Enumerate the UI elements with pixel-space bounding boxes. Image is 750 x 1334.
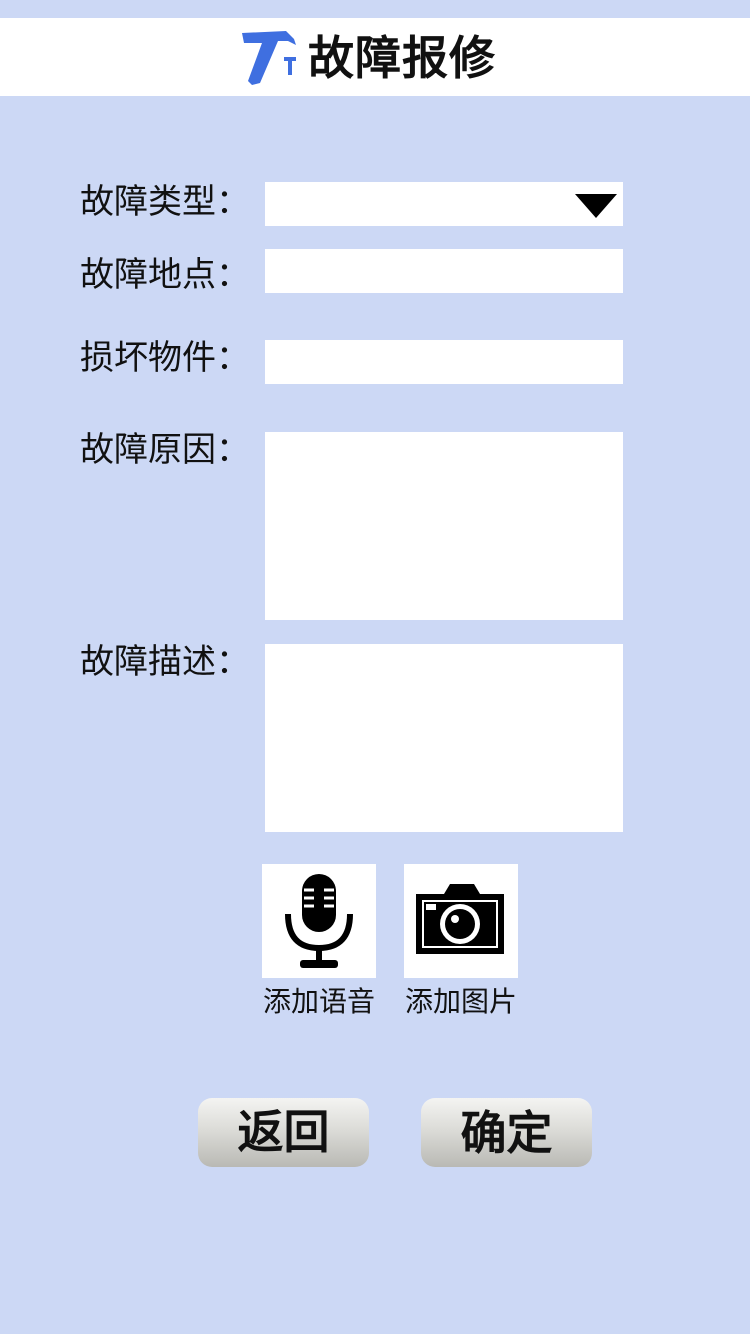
fault-location-label: 故障地点：: [80, 255, 250, 295]
camera-icon: [416, 884, 504, 954]
fault-description-textarea[interactable]: [265, 644, 623, 832]
microphone-icon: [285, 874, 353, 968]
add-voice-button[interactable]: [262, 864, 376, 978]
add-photo-label: 添加图片: [404, 985, 517, 1018]
fault-location-input[interactable]: [265, 249, 623, 293]
header-bar: 故障报修: [0, 18, 750, 96]
back-button[interactable]: 返回: [198, 1098, 369, 1167]
add-photo-button[interactable]: [404, 864, 518, 978]
header-title-group: 故障报修: [238, 28, 496, 88]
damaged-item-input[interactable]: [265, 340, 623, 384]
fault-description-label: 故障描述：: [80, 642, 250, 682]
dropdown-arrow-icon[interactable]: [575, 194, 617, 218]
add-voice-label: 添加语音: [262, 985, 375, 1018]
fault-cause-label: 故障原因：: [80, 430, 250, 470]
fault-type-select[interactable]: [265, 182, 623, 226]
damaged-item-label: 损坏物件：: [80, 338, 250, 378]
confirm-button[interactable]: 确定: [421, 1098, 592, 1167]
hammer-icon: [242, 31, 296, 85]
page-title: 故障报修: [308, 31, 496, 85]
fault-cause-textarea[interactable]: [265, 432, 623, 620]
fault-type-label: 故障类型：: [80, 182, 250, 222]
